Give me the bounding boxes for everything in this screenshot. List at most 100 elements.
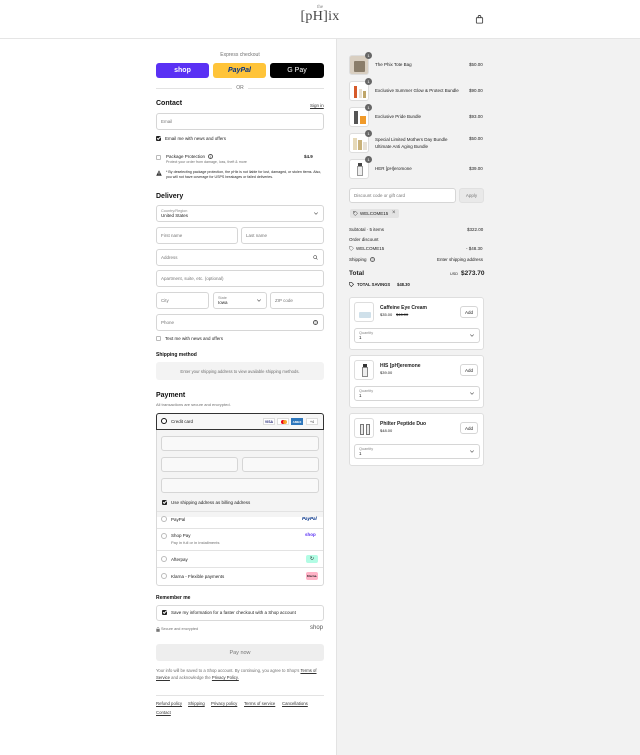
shipping-policy-link[interactable]: Shipping xyxy=(188,701,205,706)
paypal-radio[interactable] xyxy=(161,516,167,522)
quantity-value: 1 xyxy=(359,335,362,340)
privacy-link[interactable]: Privacy Policy. xyxy=(212,675,239,680)
terms-of-service-link[interactable]: Terms of service xyxy=(244,701,275,706)
shipping-method-placeholder: Enter your shipping address to view avai… xyxy=(156,362,324,380)
upsell-old-price: $46.00 xyxy=(396,312,409,317)
email-news-checkbox[interactable] xyxy=(156,136,161,141)
email-news-label: Email me with news and offers xyxy=(165,136,226,141)
zip-field[interactable]: ZIP code xyxy=(270,292,324,309)
delivery-heading: Delivery xyxy=(156,193,184,200)
payment-option-shop-pay[interactable] xyxy=(157,528,323,550)
privacy-policy-link[interactable]: Privacy policy xyxy=(211,701,237,706)
logo[interactable]: the [pH]ix xyxy=(300,5,340,33)
apartment-placeholder: Apartment, suite, etc. (optional) xyxy=(161,276,224,281)
remove-discount-icon[interactable]: × xyxy=(392,210,396,216)
shipping-value: Enter shipping address xyxy=(437,257,484,262)
quantity-badge: 1 xyxy=(365,156,372,163)
tag-icon xyxy=(349,246,354,251)
product-thumbnail xyxy=(354,360,374,380)
city-field[interactable]: City xyxy=(156,292,209,309)
cart-item-price: $90.00 xyxy=(469,88,483,93)
subtotal-label: Subtotal · 5 items xyxy=(349,227,385,232)
upsell-card: Philter Peptide Duo $48.00 Add Quantity … xyxy=(349,413,484,466)
email-field[interactable]: Email xyxy=(156,113,324,130)
sign-in-link[interactable]: Sign in xyxy=(310,103,324,108)
add-upsell-button[interactable]: Add xyxy=(460,422,478,434)
upsell-quantity-select[interactable]: Quantity 1 xyxy=(354,444,480,459)
secure-encrypted-label: Secure and encrypted xyxy=(161,627,199,631)
shop-pay-logo-icon: shop xyxy=(305,532,316,537)
help-icon[interactable]: ? xyxy=(370,257,375,262)
discount-tag: WELCOME15 × xyxy=(350,209,399,218)
upsell-price: $48.00 xyxy=(380,428,393,433)
refund-policy-link[interactable]: Refund policy xyxy=(156,701,182,706)
paypal-button[interactable]: PayPal xyxy=(213,63,266,78)
shop-logo: shop xyxy=(310,625,324,631)
discount-code-label: WELCOME15 xyxy=(356,246,385,251)
cart-item-name: Exclusive Pride Bundle xyxy=(375,114,422,119)
credit-card-radio[interactable] xyxy=(161,418,167,424)
upsell-quantity-select[interactable]: Quantity 1 xyxy=(354,386,480,401)
discount-code-input[interactable]: Discount code or gift card xyxy=(349,188,456,203)
upsell-quantity-select[interactable]: Quantity 1 xyxy=(354,328,480,343)
package-protection-subtitle: Protect your order from damage, loss, th… xyxy=(166,160,247,164)
chevron-down-icon xyxy=(314,212,318,215)
package-protection-price: $4.9 xyxy=(304,154,313,159)
add-label: Add xyxy=(464,309,473,315)
afterpay-logo-icon: ↻ xyxy=(306,555,318,563)
quantity-value: 1 xyxy=(359,451,362,456)
help-icon[interactable]: ? xyxy=(313,320,318,325)
name-on-card-field[interactable] xyxy=(161,478,319,493)
add-upsell-button[interactable]: Add xyxy=(460,364,478,376)
address-field[interactable]: Address xyxy=(156,249,324,266)
chevron-down-icon xyxy=(257,299,261,302)
payment-heading: Payment xyxy=(156,392,186,399)
package-protection-checkbox[interactable] xyxy=(156,155,161,160)
pay-now-label: Pay now xyxy=(229,649,251,656)
cart-item-price: $50.00 xyxy=(469,136,483,141)
upsell-price: $35.00 xyxy=(380,312,393,317)
text-news-checkbox[interactable] xyxy=(156,336,161,341)
card-number-field[interactable] xyxy=(161,436,319,451)
shop-pay-label: shop xyxy=(174,67,191,74)
paypal-label: PayPal xyxy=(228,67,251,74)
save-info-label: Save my information for a faster checkou… xyxy=(171,610,296,615)
cancellations-link[interactable]: Cancellations xyxy=(282,701,308,706)
country-select[interactable]: Country/Region United States xyxy=(156,205,324,222)
last-name-field[interactable]: Last name xyxy=(241,227,324,244)
info-icon[interactable]: i xyxy=(208,154,213,159)
apply-button[interactable]: Apply xyxy=(459,188,484,203)
shop-pay-button[interactable]: shop xyxy=(156,63,209,78)
search-icon xyxy=(313,255,318,260)
tag-icon xyxy=(353,211,358,216)
billing-same-checkbox[interactable] xyxy=(162,500,167,505)
shopping-bag-icon[interactable] xyxy=(475,15,484,24)
klarna-option-label: Klarna - Flexible payments xyxy=(171,574,225,579)
upsell-price: $39.00 xyxy=(380,370,393,375)
country-value: United States xyxy=(161,213,189,218)
first-name-placeholder: First name xyxy=(161,233,183,238)
contact-link[interactable]: Contact xyxy=(156,710,171,715)
klarna-radio[interactable] xyxy=(161,573,167,579)
expiration-date-field[interactable] xyxy=(161,457,238,472)
pay-now-button[interactable]: Pay now xyxy=(156,644,324,661)
apartment-field[interactable]: Apartment, suite, etc. (optional) xyxy=(156,270,324,287)
quantity-badge: 1 xyxy=(365,78,372,85)
google-pay-label: G Pay xyxy=(287,67,307,74)
shop-legal-text: Your info will be saved to a Shop accoun… xyxy=(156,667,324,681)
save-info-checkbox[interactable] xyxy=(162,610,167,615)
protection-warning-text: * By deselecting package protection, the… xyxy=(166,170,322,179)
add-upsell-button[interactable]: Add xyxy=(460,306,478,318)
cart-item-price: $93.00 xyxy=(469,114,483,119)
google-pay-button[interactable]: G Pay xyxy=(270,63,324,78)
visa-icon: VISA xyxy=(263,418,275,425)
phone-field[interactable]: Phone xyxy=(156,314,324,331)
last-name-placeholder: Last name xyxy=(246,233,268,238)
quantity-value: 1 xyxy=(359,393,362,398)
shop-pay-radio[interactable] xyxy=(161,533,167,539)
afterpay-radio[interactable] xyxy=(161,556,167,562)
security-code-field[interactable] xyxy=(242,457,319,472)
cart-item-name: HER [pH]eromone xyxy=(375,166,412,171)
product-thumbnail xyxy=(354,302,374,322)
first-name-field[interactable]: First name xyxy=(156,227,238,244)
